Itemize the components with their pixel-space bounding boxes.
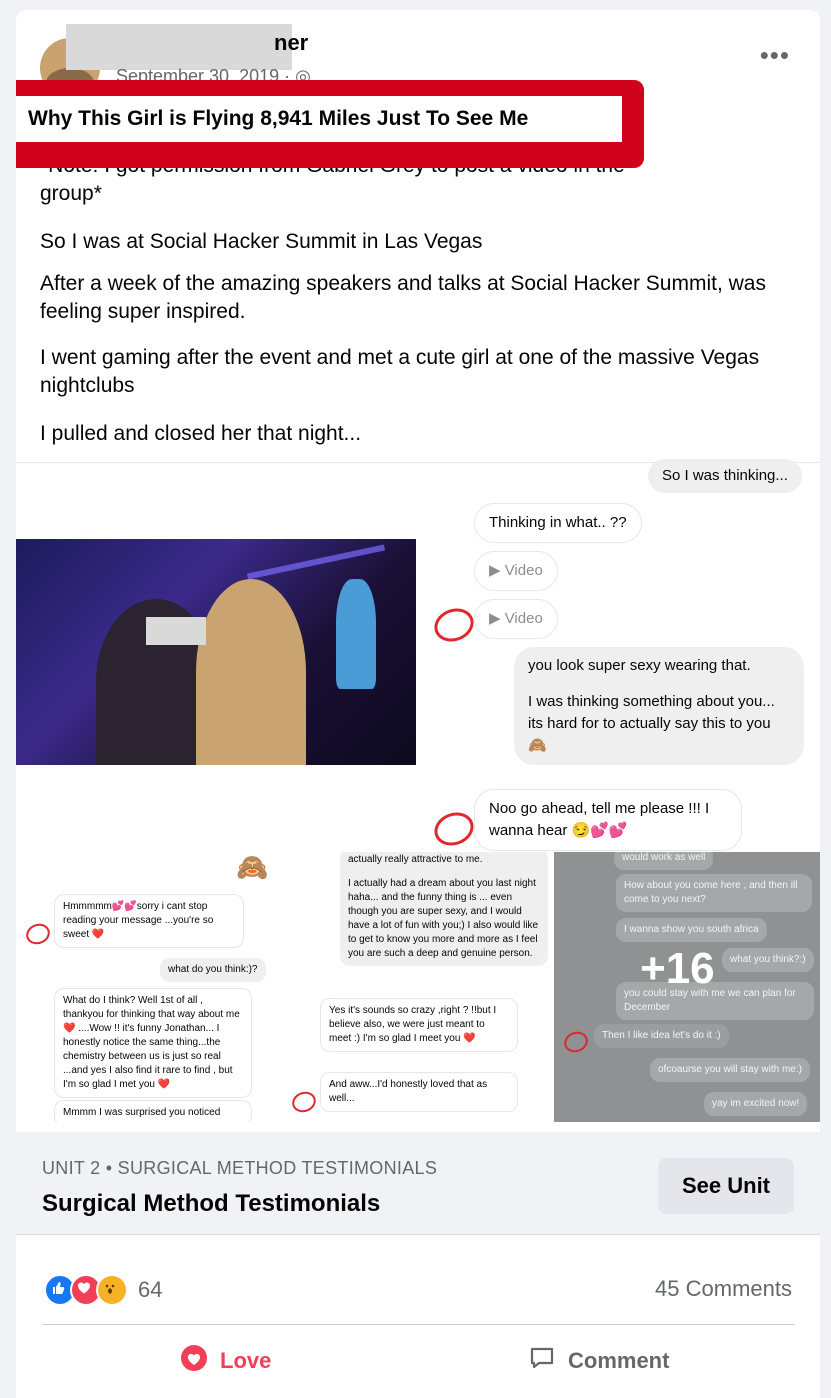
- chat-message: what do you think:)?: [160, 958, 266, 982]
- chat-message: And aww...I'd honestly loved that as wel…: [320, 1072, 518, 1112]
- love-icon: [180, 1344, 208, 1378]
- chat-message: Hmmmmm💕💕sorry i cant stop reading your m…: [54, 894, 244, 948]
- redacted-avatar-scribble: [23, 920, 53, 948]
- gallery-thumbnail-2[interactable]: actually really attractive to me. I actu…: [286, 852, 552, 1122]
- chat-message: I wanna show you south africa: [616, 918, 767, 942]
- gallery-thumbnails: 🙈 Hmmmmm💕💕sorry i cant stop reading your…: [16, 852, 820, 1122]
- chat-message: Noo go ahead, tell me please !!! I wanna…: [474, 789, 742, 851]
- gallery-thumbnail-1[interactable]: 🙈 Hmmmmm💕💕sorry i cant stop reading your…: [16, 852, 284, 1122]
- chat-message: you look super sexy wearing that. I was …: [514, 647, 804, 765]
- reaction-summary[interactable]: 64: [44, 1274, 162, 1306]
- highlight-box: Why This Girl is Flying 8,941 Miles Just…: [16, 80, 644, 168]
- reaction-count: 64: [138, 1277, 163, 1302]
- wow-reaction-icon: [96, 1274, 128, 1306]
- unit-banner: UNIT 2 • SURGICAL METHOD TESTIMONIALS Su…: [16, 1132, 820, 1235]
- see-unit-button[interactable]: See Unit: [658, 1158, 794, 1214]
- chat-message: ofcoaurse you will stay with me:): [650, 1058, 810, 1082]
- photo-gallery[interactable]: So I was thinking... Thinking in what.. …: [16, 459, 820, 1132]
- redacted-face: [146, 617, 206, 645]
- post-paragraph-1: group*: [40, 182, 102, 205]
- chat-message-line: I actually had a dream about you last ni…: [348, 878, 539, 959]
- post-paragraph-4: I went gaming after the event and met a …: [40, 346, 760, 397]
- redacted-avatar-scribble: [289, 1088, 319, 1116]
- chat-message: what you think?:): [722, 948, 814, 972]
- chat-message: What do I think? Well 1st of all , thank…: [54, 988, 252, 1098]
- monkey-emoji-icon: 🙈: [236, 852, 269, 882]
- gallery-main-image[interactable]: So I was thinking... Thinking in what.. …: [16, 459, 820, 853]
- post-paragraph-5: I pulled and closed her that night...: [40, 422, 362, 445]
- post-paragraph-2: So I was at Social Hacker Summit in Las …: [40, 230, 483, 253]
- post-headline: Why This Girl is Flying 8,941 Miles Just…: [16, 96, 622, 142]
- redacted-name: [66, 24, 292, 70]
- nightclub-video-thumbnail: [16, 539, 416, 765]
- video-message: ▶ Video: [474, 599, 558, 639]
- comment-icon: [528, 1344, 556, 1378]
- video-message: ▶ Video: [474, 551, 558, 591]
- chat-message-line: you look super sexy wearing that.: [528, 657, 751, 674]
- chat-message: How about you come here , and then ill c…: [616, 874, 812, 912]
- author-name[interactable]: ner: [274, 30, 308, 56]
- chat-message: would work as well: [614, 852, 714, 870]
- chat-message-line: I was thinking something about you... it…: [528, 693, 775, 754]
- redacted-avatar-scribble: [429, 603, 479, 647]
- more-options-icon[interactable]: •••: [760, 40, 790, 71]
- unit-title: Surgical Method Testimonials: [42, 1190, 381, 1217]
- unit-label: UNIT 2 • SURGICAL METHOD TESTIMONIALS: [42, 1158, 438, 1178]
- chat-message: Thinking in what.. ??: [474, 503, 642, 543]
- chat-message: Mmmm I was surprised you noticed: [54, 1100, 252, 1122]
- comments-count[interactable]: 45 Comments: [655, 1276, 792, 1302]
- more-photos-count: +16: [640, 944, 715, 993]
- gallery-thumbnail-more[interactable]: would work as well How about you come he…: [554, 852, 820, 1122]
- comment-button[interactable]: Comment: [528, 1336, 669, 1386]
- love-label: Love: [220, 1348, 272, 1373]
- redacted-avatar-scribble: [561, 1028, 591, 1056]
- divider: [42, 1324, 794, 1325]
- chat-message: yay im excited now!: [704, 1092, 808, 1116]
- chat-message: Then I like idea let's do it :): [594, 1024, 729, 1048]
- comment-label: Comment: [568, 1348, 670, 1373]
- chat-message: So I was thinking...: [648, 459, 802, 493]
- chat-message-line: actually really attractive to me.: [348, 854, 483, 865]
- love-button[interactable]: Love: [180, 1336, 271, 1386]
- chat-message: Yes it's sounds so crazy ,right ? !!but …: [320, 998, 518, 1052]
- post-paragraph-3: After a week of the amazing speakers and…: [40, 272, 766, 323]
- post-card: ner September 30, 2019 · ◎ ••• *Note: I …: [16, 10, 820, 1398]
- chat-message: actually really attractive to me. I actu…: [340, 852, 548, 966]
- redacted-avatar-scribble: [429, 807, 479, 851]
